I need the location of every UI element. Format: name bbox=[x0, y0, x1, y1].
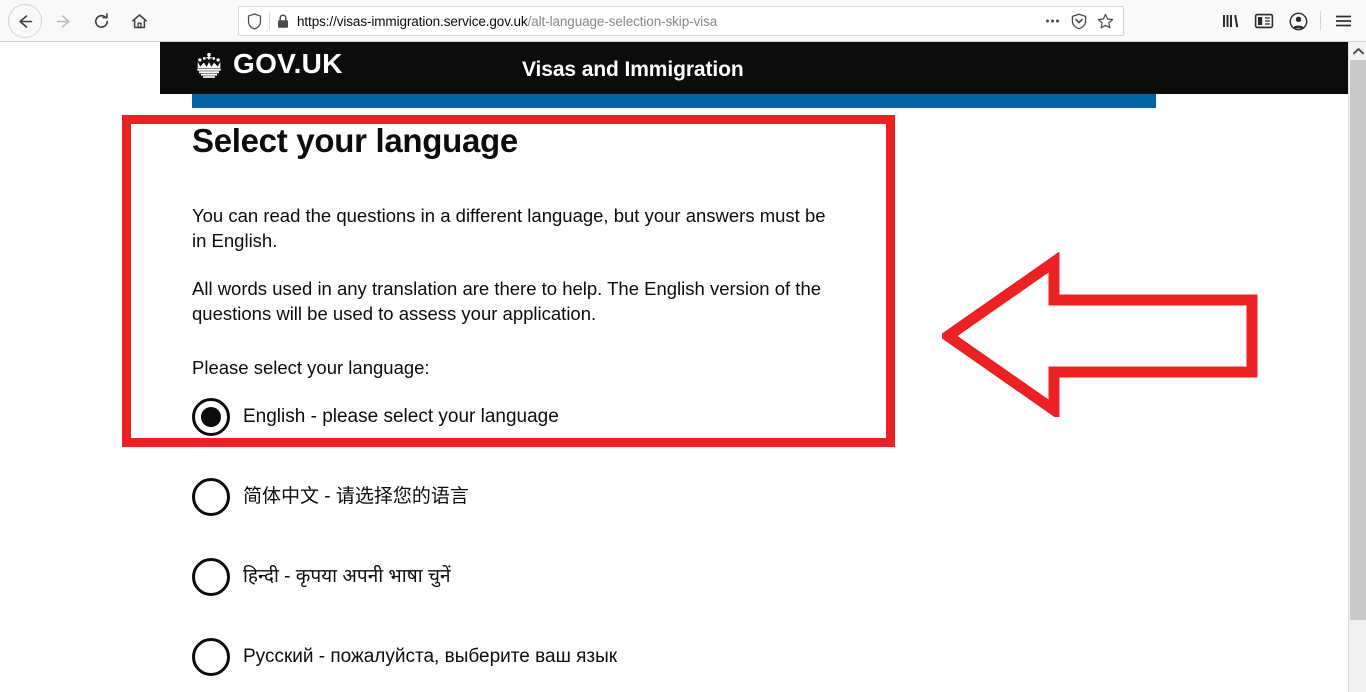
home-button[interactable] bbox=[122, 4, 156, 38]
radio-indicator[interactable] bbox=[192, 477, 230, 516]
language-prompt: Please select your language: bbox=[192, 357, 430, 379]
site-identity-block[interactable] bbox=[239, 12, 269, 30]
language-option-label: हिन्दी - कृपया अपनी भाषा चुनें bbox=[243, 565, 451, 587]
intro-paragraph-2: All words used in any translation are th… bbox=[192, 278, 822, 324]
tracking-protection-shield-icon bbox=[247, 12, 262, 30]
radio-indicator[interactable] bbox=[192, 637, 230, 676]
govuk-global-header: GOV.UK Visas and Immigration bbox=[160, 42, 1348, 94]
padlock-icon bbox=[278, 14, 288, 28]
address-bar[interactable]: https://visas-immigration.service.gov.uk… bbox=[238, 6, 1124, 36]
radio-indicator-selected[interactable] bbox=[192, 397, 230, 436]
language-option-russian[interactable]: Русский - пожалуйста, выберите ваш язык bbox=[192, 637, 882, 677]
sidebar-button[interactable] bbox=[1247, 4, 1281, 38]
language-option-label: Русский - пожалуйста, выберите ваш язык bbox=[243, 645, 618, 667]
language-option-label: 简体中文 - 请选择您的语言 bbox=[243, 485, 469, 507]
url-text[interactable]: https://visas-immigration.service.gov.uk… bbox=[297, 14, 1044, 29]
connection-lock[interactable] bbox=[277, 14, 297, 29]
language-option-simplified-chinese[interactable]: 简体中文 - 请选择您的语言 bbox=[192, 477, 882, 517]
account-button[interactable] bbox=[1281, 4, 1315, 38]
toolbar-divider bbox=[1320, 11, 1321, 31]
home-icon bbox=[131, 13, 147, 28]
navigation-buttons bbox=[0, 0, 156, 42]
language-option-label: English - please select your language bbox=[243, 405, 559, 427]
reload-icon bbox=[94, 12, 108, 28]
page-scrollbar[interactable] bbox=[1348, 42, 1366, 692]
chevron-up-icon bbox=[1352, 47, 1364, 54]
page-viewport: GOV.UK Visas and Immigration Select your… bbox=[0, 42, 1366, 692]
browser-toolbar: https://visas-immigration.service.gov.uk… bbox=[0, 0, 1366, 42]
forward-button[interactable] bbox=[46, 4, 80, 38]
library-button[interactable] bbox=[1213, 4, 1247, 38]
scrollbar-thumb[interactable] bbox=[1350, 60, 1366, 620]
language-option-english[interactable]: English - please select your language bbox=[192, 397, 882, 437]
page-title: Select your language bbox=[192, 122, 518, 159]
govuk-logo-text: GOV.UK bbox=[233, 48, 343, 79]
language-radio-group: English - please select your language 简体… bbox=[192, 397, 882, 692]
urlbar-separator bbox=[269, 12, 270, 30]
pocket-icon[interactable] bbox=[1071, 13, 1087, 30]
toolbar-right-group bbox=[1213, 0, 1366, 42]
ellipsis-icon[interactable] bbox=[1044, 13, 1061, 29]
govuk-logo-link[interactable]: GOV.UK bbox=[192, 50, 343, 80]
url-path: /alt-language-selection-skip-visa bbox=[527, 13, 718, 29]
arrow-left-icon bbox=[18, 14, 32, 28]
intro-paragraph-1: You can read the questions in a differen… bbox=[192, 204, 826, 251]
main-content: Select your language You can read the qu… bbox=[192, 122, 882, 692]
radio-indicator[interactable] bbox=[192, 557, 230, 596]
url-host: https://visas-immigration.service.gov.uk bbox=[297, 13, 528, 29]
reload-button[interactable] bbox=[84, 4, 118, 38]
service-phase-bar bbox=[192, 94, 1156, 108]
star-icon[interactable] bbox=[1097, 13, 1114, 30]
account-avatar-icon bbox=[1289, 12, 1307, 30]
library-icon bbox=[1222, 15, 1238, 28]
arrow-right-icon bbox=[56, 14, 70, 28]
scrollbar-up-button[interactable] bbox=[1349, 42, 1366, 60]
sidebar-icon bbox=[1254, 13, 1274, 29]
back-button[interactable] bbox=[8, 4, 42, 38]
language-option-hindi[interactable]: हिन्दी - कृपया अपनी भाषा चुनें bbox=[192, 557, 882, 597]
service-name: Visas and Immigration bbox=[522, 58, 744, 81]
hamburger-menu-icon bbox=[1335, 15, 1351, 27]
app-menu-button[interactable] bbox=[1326, 4, 1360, 38]
urlbar-actions bbox=[1044, 13, 1123, 30]
govuk-crown-icon bbox=[197, 52, 221, 78]
